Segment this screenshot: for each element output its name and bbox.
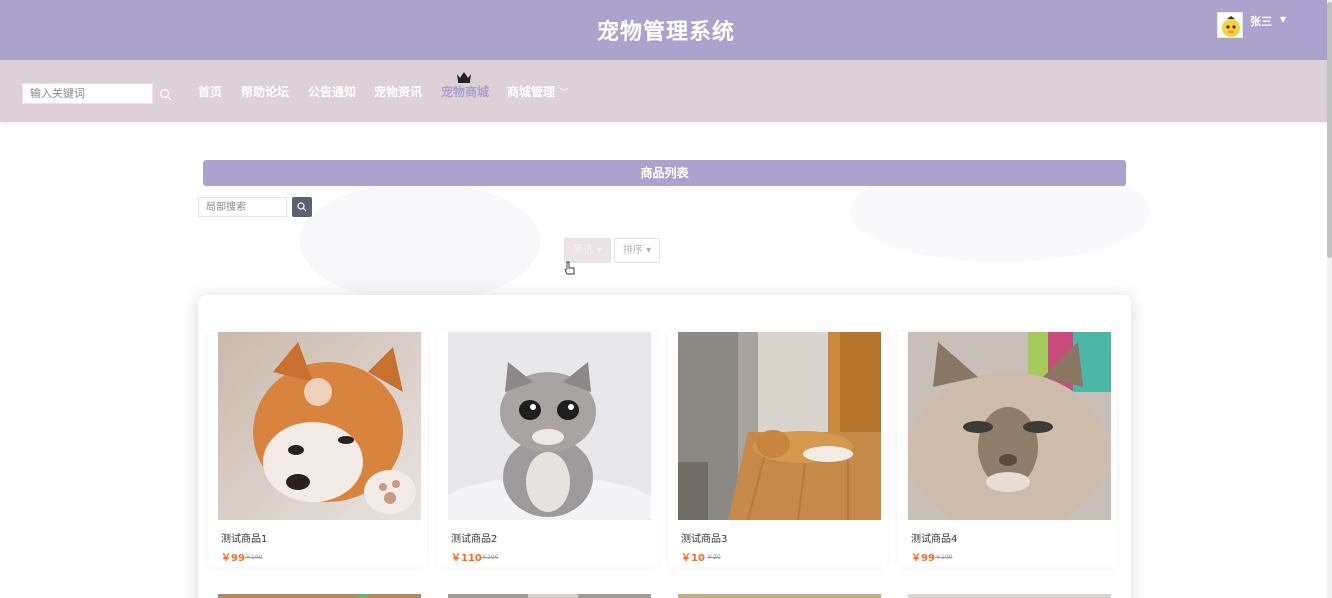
hand-cursor-icon [564, 261, 575, 275]
search-icon[interactable] [159, 88, 172, 101]
product-image-cutoff[interactable] [908, 589, 1111, 598]
nav-item-pet-mall[interactable]: 宠物商城 [441, 83, 489, 101]
chevron-down-icon: ﹀ [559, 88, 570, 99]
nav-item-mall-management[interactable]: 商城管理 ﹀ [507, 83, 569, 101]
product-card[interactable]: 测试商品4 ￥99 ￥100 [898, 332, 1117, 567]
nav-item-pet-news[interactable]: 宠物资讯 [374, 83, 422, 101]
nav-item-help-forum[interactable]: 帮助论坛 [241, 83, 289, 101]
product-image[interactable] [678, 332, 881, 520]
site-title: 宠物管理系统 [596, 20, 735, 45]
product-name[interactable]: 测试商品1 [221, 530, 267, 545]
product-image-cutoff[interactable] [218, 589, 421, 598]
nav-bar: 首页 帮助论坛 公告通知 宠物资讯 宠物商城 商城管理﹀ [0, 60, 1332, 122]
caret-down-icon[interactable]: ▼ [1280, 15, 1286, 24]
product-card[interactable]: 测试商品2 ￥110 ￥200 [438, 332, 657, 567]
product-original-price: ￥20 [707, 554, 721, 561]
scrollbar-thumb[interactable] [1327, 2, 1332, 258]
crown-icon [457, 72, 471, 83]
filter-label: 筛选 [573, 245, 594, 256]
product-image[interactable] [218, 332, 421, 520]
local-search-input[interactable] [198, 197, 287, 217]
product-original-price: ￥200 [481, 554, 499, 561]
user-name[interactable]: 张三 [1250, 13, 1272, 29]
product-name[interactable]: 测试商品2 [451, 530, 497, 545]
product-image[interactable] [908, 332, 1111, 520]
local-search-button[interactable] [292, 197, 312, 217]
filter-button[interactable]: 筛选 ▾ [564, 238, 611, 263]
product-price: ￥110 [451, 553, 482, 564]
product-price: ￥10 [681, 553, 705, 564]
product-original-price: ￥100 [935, 554, 953, 561]
top-header: 宠物管理系统 张三 ▼ [0, 0, 1332, 60]
nav-item-label: 商城管理 [507, 85, 556, 99]
product-image[interactable] [448, 332, 651, 520]
product-price: ￥99 [221, 553, 245, 564]
keyword-search-input[interactable] [22, 83, 153, 104]
product-original-price: ￥100 [245, 554, 263, 561]
sort-button[interactable]: 排序 ▾ [614, 238, 660, 263]
product-grid: 测试商品1 ￥99 ￥100 测试商品2 ￥110 ￥200 测试商品3 ￥10… [198, 295, 1131, 598]
product-list-title: 商品列表 [203, 160, 1126, 186]
product-image-cutoff[interactable] [448, 589, 651, 598]
product-image-cutoff[interactable] [678, 589, 881, 598]
nav-item-announcements[interactable]: 公告通知 [308, 83, 356, 101]
product-name[interactable]: 测试商品3 [681, 530, 727, 545]
product-name[interactable]: 测试商品4 [911, 530, 957, 545]
product-card[interactable]: 测试商品3 ￥10 ￥20 [668, 332, 887, 567]
product-price: ￥99 [911, 553, 935, 564]
search-icon [297, 202, 307, 212]
avatar[interactable] [1217, 12, 1243, 38]
sort-label: 排序 [622, 245, 643, 256]
product-card[interactable]: 测试商品1 ￥99 ￥100 [208, 332, 427, 567]
nav-item-home[interactable]: 首页 [198, 83, 222, 101]
